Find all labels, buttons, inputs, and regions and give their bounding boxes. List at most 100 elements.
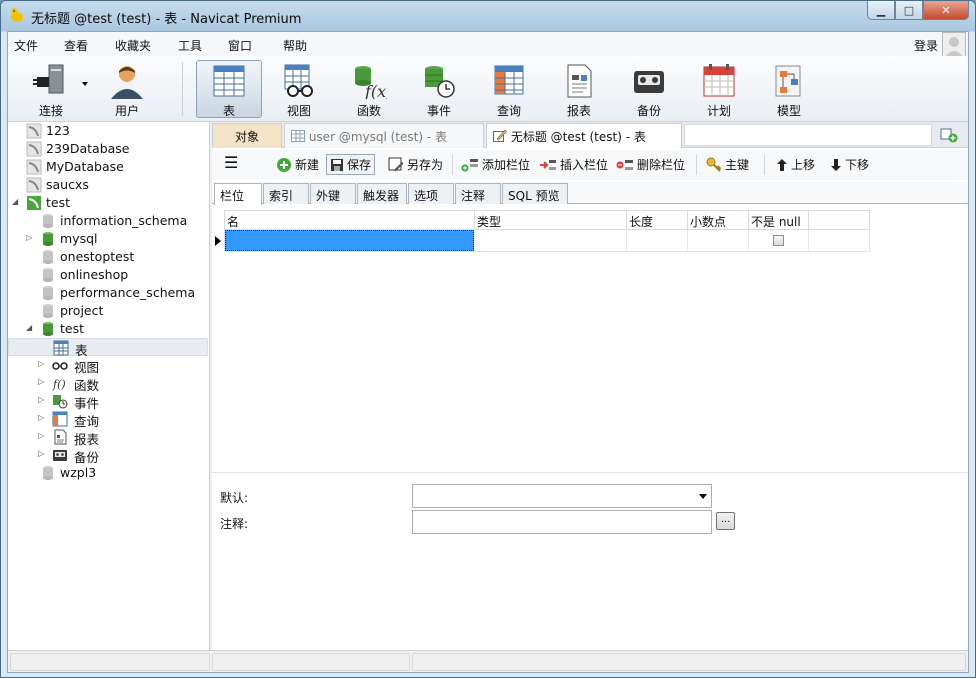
tree-db-onestoptest[interactable]: onestoptest [8,248,208,266]
collapsed-triangle-icon[interactable]: ▷ [38,395,44,404]
toolbar-view-button[interactable]: 视图 [266,60,332,118]
status-cell [212,653,410,671]
tree-db-wzpl3[interactable]: wzpl3 [8,464,208,482]
toolbar-user-button[interactable]: 用户 [94,60,160,118]
tab-objects[interactable]: 对象 [212,123,282,148]
login-link[interactable]: 登录 [914,37,938,54]
comment-browse-button[interactable]: ... [716,512,735,530]
tab-indexes[interactable]: 索引 [263,183,309,204]
table-row[interactable] [224,230,870,252]
move-down-button[interactable]: 下移 [830,156,869,173]
toolbar-model-button[interactable]: 模型 [756,60,822,118]
column-header-type[interactable]: 类型 [475,211,627,229]
tree-object-tables[interactable]: 表 [8,338,208,358]
menu-help[interactable]: 帮助 [283,37,307,54]
tab-label: 外键 [316,189,341,203]
toolbar-report-button[interactable]: 报表 [546,60,612,118]
field-decimals-cell[interactable] [688,230,749,251]
function-icon: f(x) [355,66,387,99]
menu-window[interactable]: 窗口 [228,37,252,54]
toolbar-backup-button[interactable]: 备份 [616,60,682,118]
avatar[interactable] [942,32,966,58]
tab-untitled-table[interactable]: 无标题 @test (test) - 表 [486,123,682,149]
fields-grid[interactable]: 名 类型 长度 小数点 不是 null [212,205,968,505]
tab-foreign-keys[interactable]: 外键 [310,183,356,204]
tree-object-views[interactable]: ▷ 视图 [8,356,208,375]
tree-connection-saucxs[interactable]: saucxs [8,176,208,194]
collapsed-triangle-icon[interactable]: ▷ [38,413,44,422]
menu-view[interactable]: 查看 [64,37,88,54]
delete-field-button[interactable]: 删除栏位 [616,156,685,173]
toolbar-function-button[interactable]: f(x) 函数 [336,60,402,118]
minimize-button[interactable]: ▁ [867,1,895,20]
tree-db-mysql[interactable]: ▷ mysql [8,230,208,248]
tree-connection-123[interactable]: 123 [8,122,208,140]
column-header-length[interactable]: 长度 [627,211,688,229]
tree-object-events[interactable]: ▷ 事件 [8,392,208,411]
tree-db-project[interactable]: project [8,302,208,320]
view-icon [52,362,68,370]
primary-key-button[interactable]: 主键 [706,156,749,173]
primary-key-label: 主键 [725,158,750,172]
title-bar[interactable]: 无标题 @test (test) - 表 - Navicat Premium ▁… [1,1,975,31]
column-header-decimals[interactable]: 小数点 [688,211,749,229]
tree-label: wzpl3 [60,465,97,480]
collapsed-triangle-icon[interactable]: ▷ [38,449,44,458]
close-button[interactable]: ✕ [923,1,969,20]
connection-tree[interactable]: 123 239Database MyDatabase saucxs ◢ test [8,122,210,650]
default-value-select[interactable] [412,484,712,508]
collapsed-triangle-icon[interactable]: ▷ [38,431,44,440]
tab-triggers[interactable]: 触发器 [357,183,407,204]
tab-label: 栏位 [220,189,245,203]
menu-tools[interactable]: 工具 [178,37,202,54]
field-name-cell[interactable] [225,230,474,251]
field-length-cell[interactable] [627,230,688,251]
collapsed-triangle-icon[interactable]: ▷ [38,359,44,368]
comment-input[interactable] [412,510,712,534]
tree-object-reports[interactable]: ▷ 报表 [8,428,208,447]
report-icon [54,429,67,445]
not-null-checkbox[interactable] [773,235,784,246]
tree-object-functions[interactable]: ▷ f() 函数 [8,374,208,393]
save-button[interactable]: 保存 [326,154,376,175]
toolbar-query-label: 查询 [496,104,521,118]
save-as-button[interactable]: 另存为 [388,156,443,173]
tree-object-queries[interactable]: ▷ 查询 [8,410,208,429]
maximize-button[interactable]: □ [895,1,923,20]
expanded-triangle-icon[interactable]: ◢ [12,197,18,206]
tab-sql-preview[interactable]: SQL 预览 [502,183,568,204]
column-header-name[interactable]: 名 [225,211,475,229]
toolbar-connect-button[interactable]: 连接 [18,60,84,118]
new-tab-icon[interactable] [940,126,958,144]
tree-label: mysql [60,231,98,246]
insert-field-button[interactable]: 插入栏位 [539,156,608,173]
tree-db-information-schema[interactable]: information_schema [8,212,208,230]
expanded-triangle-icon[interactable]: ◢ [26,323,32,332]
menu-file[interactable]: 文件 [14,37,38,54]
toolbar-event-button[interactable]: 事件 [406,60,472,118]
tree-db-onlineshop[interactable]: onlineshop [8,266,208,284]
field-type-cell[interactable] [475,230,627,251]
collapsed-triangle-icon[interactable]: ▷ [26,233,32,242]
chevron-down-icon[interactable] [82,82,88,86]
tab-comments[interactable]: 注释 [455,183,501,204]
toolbar-query-button[interactable]: 查询 [476,60,542,118]
add-field-button[interactable]: 添加栏位 [461,156,530,173]
toolbar-table-button[interactable]: 表 [196,60,262,118]
tree-connection-mydatabase[interactable]: MyDatabase [8,158,208,176]
column-header-not-null[interactable]: 不是 null [749,211,809,229]
new-button[interactable]: 新建 [276,156,319,173]
tree-db-test[interactable]: ◢ test [8,320,208,338]
tab-user-mysql[interactable]: user @mysql (test) - 表 [284,123,484,148]
tree-object-backups[interactable]: ▷ 备份 [8,446,208,465]
move-up-button[interactable]: 上移 [776,156,815,173]
toolbar-schedule-button[interactable]: 计划 [686,60,752,118]
hamburger-menu-icon[interactable]: ☰ [224,153,238,172]
tree-connection-239database[interactable]: 239Database [8,140,208,158]
menu-favorites[interactable]: 收藏夹 [115,37,151,54]
tab-fields[interactable]: 栏位 [214,183,262,205]
tree-db-performance-schema[interactable]: performance_schema [8,284,208,302]
collapsed-triangle-icon[interactable]: ▷ [38,377,44,386]
tab-options[interactable]: 选项 [408,183,454,204]
tree-connection-test[interactable]: ◢ test [8,194,208,212]
